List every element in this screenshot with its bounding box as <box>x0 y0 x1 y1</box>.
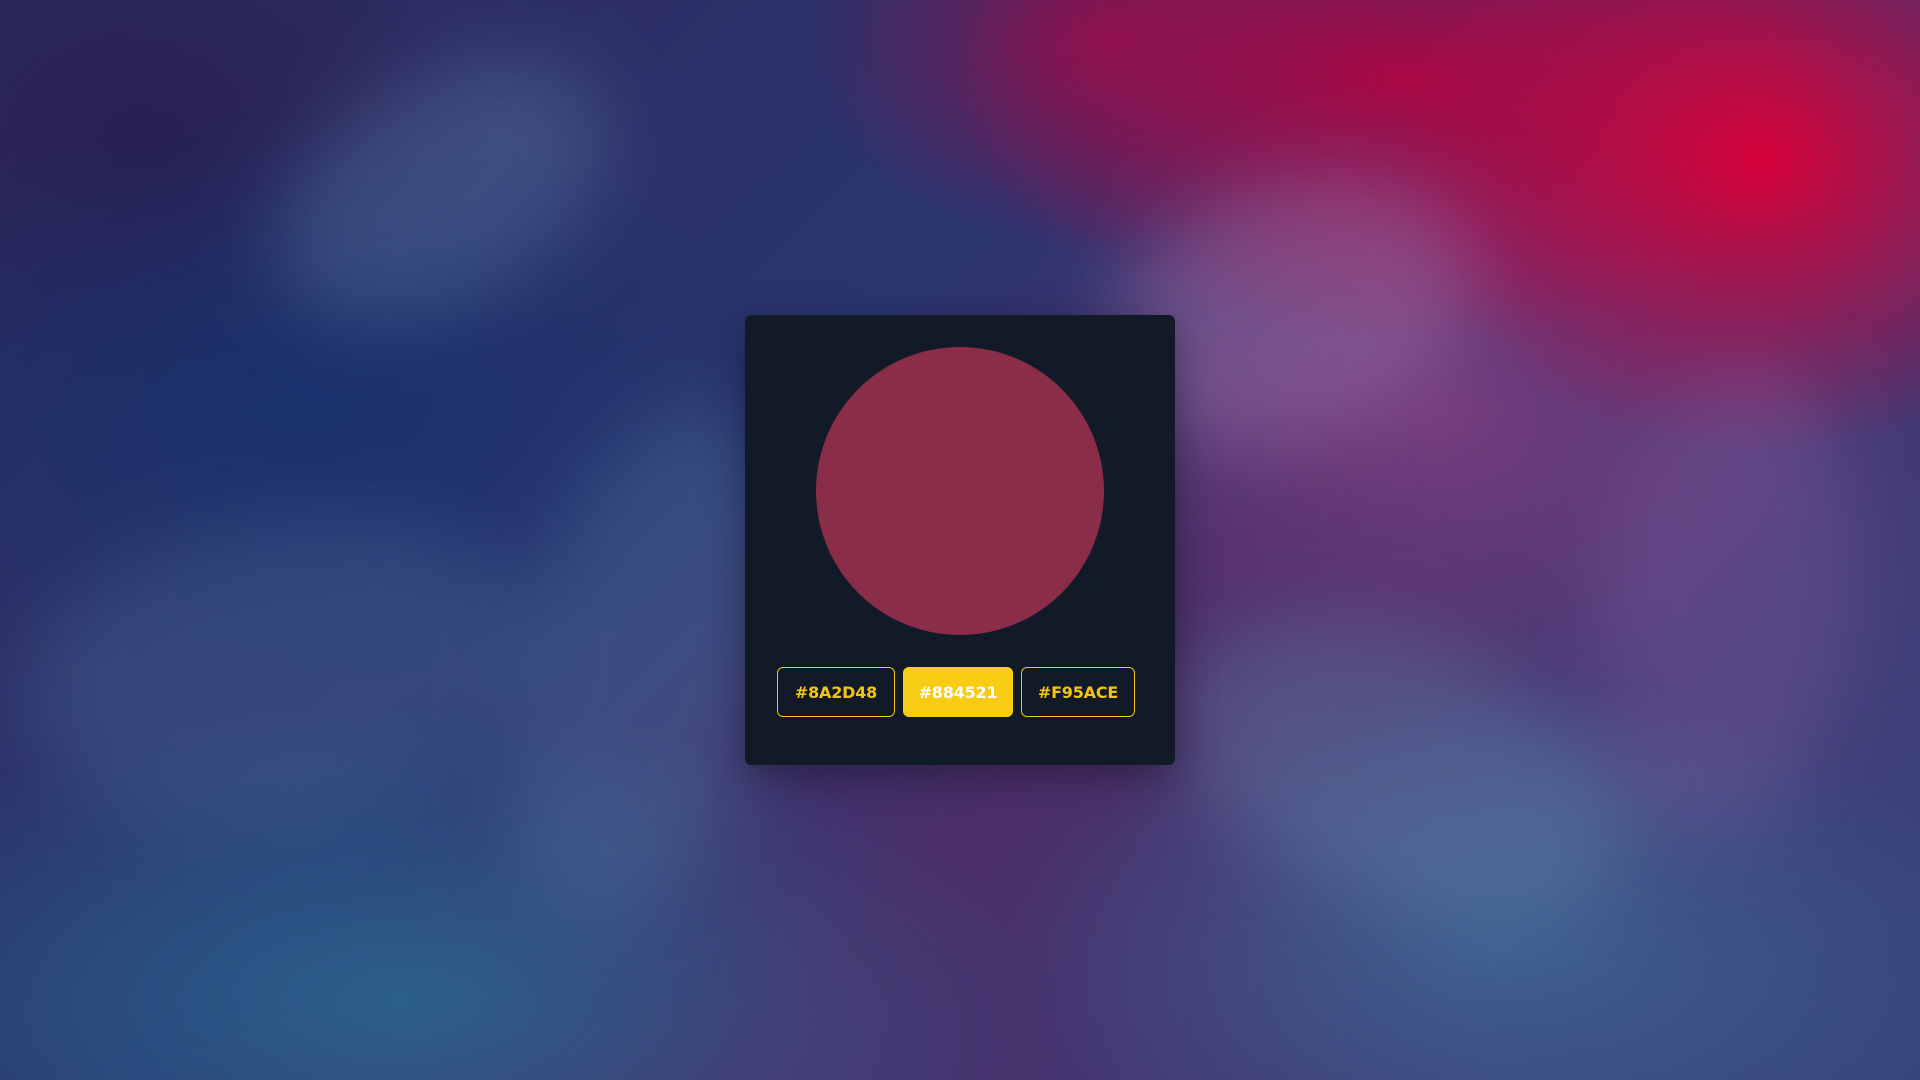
smoke-wisp <box>1130 565 1670 975</box>
smoke-wisp <box>0 477 563 863</box>
color-preview-circle <box>816 347 1104 635</box>
smoke-wisp <box>229 4 651 376</box>
color-game-card: #8A2D48 #884521 #F95ACE <box>745 315 1175 765</box>
color-option-button[interactable]: #8A2D48 <box>777 667 895 717</box>
color-option-button[interactable]: #884521 <box>903 667 1013 717</box>
color-options: #8A2D48 #884521 #F95ACE <box>777 667 1135 717</box>
color-option-button[interactable]: #F95ACE <box>1021 667 1135 717</box>
